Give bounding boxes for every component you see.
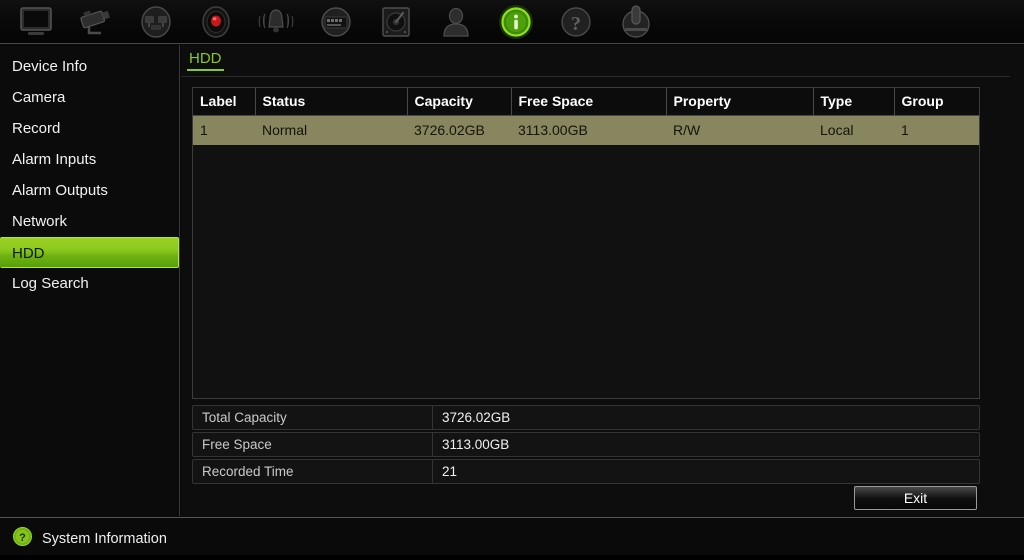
- hdd-table-container: Label Status Capacity Free Space Propert…: [192, 87, 980, 399]
- monitor-icon[interactable]: [6, 0, 66, 44]
- help-icon[interactable]: ?: [546, 0, 606, 44]
- hdd-table: Label Status Capacity Free Space Propert…: [193, 88, 979, 145]
- sidebar-item-alarm-outputs[interactable]: Alarm Outputs: [0, 175, 179, 206]
- alarm-icon[interactable]: [246, 0, 306, 44]
- summary-value-recorded-time: 21: [442, 464, 458, 479]
- info-icon[interactable]: [486, 0, 546, 44]
- cell-label: 1: [193, 115, 255, 145]
- sidebar-item-network[interactable]: Network: [0, 206, 179, 237]
- column-header-capacity[interactable]: Capacity: [407, 88, 512, 116]
- hdd-icon[interactable]: [366, 0, 426, 44]
- network-icon[interactable]: [126, 0, 186, 44]
- record-icon[interactable]: [186, 0, 246, 44]
- sidebar-item-camera[interactable]: Camera: [0, 82, 179, 113]
- tab-bar: HDD: [181, 45, 1024, 77]
- main-panel: HDD Label Status Capacity Free Space Pro…: [181, 45, 1024, 516]
- sidebar-item-record[interactable]: Record: [0, 113, 179, 144]
- help-circle-icon: ?: [13, 527, 32, 551]
- column-header-group[interactable]: Group: [894, 88, 979, 116]
- summary-label-free-space: Free Space: [193, 433, 433, 456]
- summary-row-recorded-time: Recorded Time 21: [192, 459, 980, 484]
- column-header-property[interactable]: Property: [666, 88, 814, 116]
- summary-label-recorded-time: Recorded Time: [193, 460, 433, 483]
- sidebar-item-alarm-inputs[interactable]: Alarm Inputs: [0, 144, 179, 175]
- summary-section: Total Capacity 3726.02GB Free Space 3113…: [192, 405, 980, 486]
- summary-value-total-capacity: 3726.02GB: [442, 410, 511, 425]
- summary-label-total-capacity: Total Capacity: [193, 406, 433, 429]
- summary-value-free-space: 3113.00GB: [442, 437, 510, 452]
- cell-group: 1: [894, 115, 979, 145]
- cell-status: Normal: [255, 115, 407, 145]
- sidebar-item-device-info[interactable]: Device Info: [0, 51, 179, 82]
- exit-button[interactable]: Exit: [854, 486, 977, 510]
- column-header-type[interactable]: Type: [813, 88, 895, 116]
- status-bar-text: System Information: [42, 531, 167, 547]
- summary-row-free-space: Free Space 3113.00GB: [192, 432, 980, 457]
- summary-row-total-capacity: Total Capacity 3726.02GB: [192, 405, 980, 430]
- column-header-free-space[interactable]: Free Space: [511, 88, 667, 116]
- cell-free-space: 3113.00GB: [511, 115, 666, 145]
- cell-property: R/W: [666, 115, 813, 145]
- sidebar-item-log-search[interactable]: Log Search: [0, 268, 179, 299]
- column-header-label[interactable]: Label: [193, 88, 256, 116]
- cell-capacity: 3726.02GB: [407, 115, 511, 145]
- main-toolbar: ?: [0, 0, 1024, 44]
- system-information-window: ? Device Info Camera Record Alarm Inputs…: [0, 0, 1024, 560]
- settings-sidebar: Device Info Camera Record Alarm Inputs A…: [0, 45, 180, 516]
- table-header-row: Label Status Capacity Free Space Propert…: [193, 88, 979, 116]
- table-row[interactable]: 1 Normal 3726.02GB 3113.00GB R/W Local 1: [193, 115, 979, 145]
- cell-type: Local: [813, 115, 894, 145]
- svg-text:?: ?: [19, 532, 26, 544]
- footer-strip: [0, 555, 1024, 560]
- user-icon[interactable]: [426, 0, 486, 44]
- svg-text:?: ?: [571, 13, 581, 35]
- column-header-status[interactable]: Status: [255, 88, 408, 116]
- device-icon[interactable]: [306, 0, 366, 44]
- sidebar-item-hdd[interactable]: HDD: [0, 237, 179, 268]
- status-bar: ? System Information: [0, 517, 1024, 560]
- tab-hdd[interactable]: HDD: [187, 50, 224, 71]
- camera-icon[interactable]: [66, 0, 126, 44]
- power-icon[interactable]: [606, 0, 666, 44]
